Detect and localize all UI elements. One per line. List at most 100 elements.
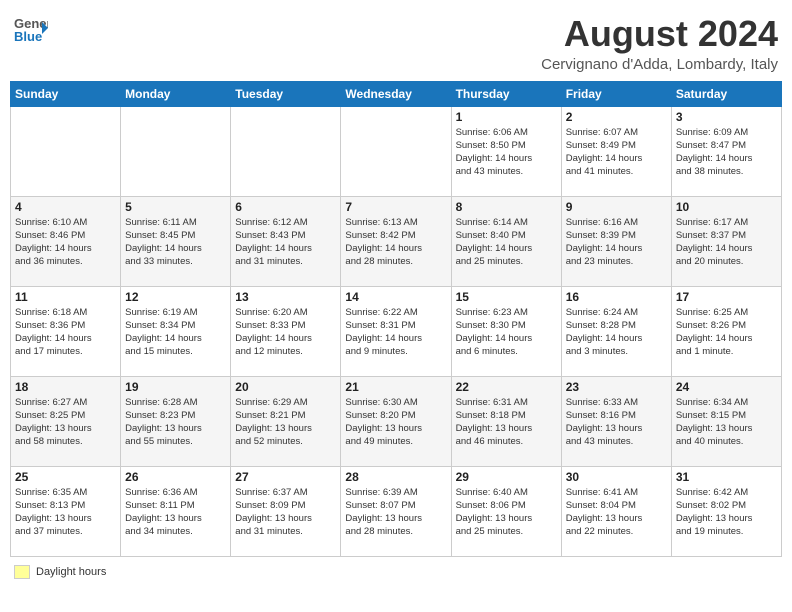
calendar-cell: 6Sunrise: 6:12 AM Sunset: 8:43 PM Daylig… — [231, 196, 341, 286]
calendar-cell: 21 Sunrise: 6:30 AM Sunset: 8:20 PM Dayli… — [341, 376, 451, 466]
calendar-header-sunday: Sunday — [11, 81, 121, 106]
calendar-cell: 8 Sunrise: 6:14 AM Sunset: 8:40 PM Daylig… — [451, 196, 561, 286]
day-number: 5 — [125, 200, 226, 214]
day-number: 17 — [676, 290, 777, 304]
day-info: Sunrise: 6:29 AM Sunset: 8:21 PM Dayligh… — [235, 396, 336, 449]
day-info: Sunrise: 6:10 AM Sunset: 8:46 PM Dayligh… — [15, 216, 116, 269]
day-info: Sunrise: 6:14 AM Sunset: 8:40 PM Dayligh… — [456, 216, 557, 269]
day-number: 23 — [566, 380, 667, 394]
day-info: Sunrise: 6:40 AM Sunset: 8:06 PM Dayligh… — [456, 486, 557, 539]
day-info: Sunrise: 6:18 AM Sunset: 8:36 PM Dayligh… — [15, 306, 116, 359]
page-header: General Blue August 2024 Cervignano d'Ad… — [10, 10, 782, 73]
calendar-cell: 15 Sunrise: 6:23 AM Sunset: 8:30 PM Dayli… — [451, 286, 561, 376]
calendar-header-wednesday: Wednesday — [341, 81, 451, 106]
day-info: Sunrise: 6:13 AM Sunset: 8:42 PM Dayligh… — [345, 216, 446, 269]
day-number: 12 — [125, 290, 226, 304]
calendar-cell: 11Sunrise: 6:18 AM Sunset: 8:36 PM Dayli… — [11, 286, 121, 376]
day-number: 31 — [676, 470, 777, 484]
day-info: Sunrise: 6:34 AM Sunset: 8:15 PM Dayligh… — [676, 396, 777, 449]
day-number: 29 — [456, 470, 557, 484]
day-number: 28 — [345, 470, 446, 484]
day-info: Sunrise: 6:17 AM Sunset: 8:37 PM Dayligh… — [676, 216, 777, 269]
day-info: Sunrise: 6:30 AM Sunset: 8:20 PM Dayligh… — [345, 396, 446, 449]
day-number: 30 — [566, 470, 667, 484]
calendar-cell: 28Sunrise: 6:39 AM Sunset: 8:07 PM Dayli… — [341, 466, 451, 556]
calendar-cell: 2 Sunrise: 6:07 AM Sunset: 8:49 PM Daylig… — [561, 106, 671, 196]
calendar-cell: 14 Sunrise: 6:22 AM Sunset: 8:31 PM Dayli… — [341, 286, 451, 376]
calendar-cell: 20 Sunrise: 6:29 AM Sunset: 8:21 PM Dayli… — [231, 376, 341, 466]
day-info: Sunrise: 6:41 AM Sunset: 8:04 PM Dayligh… — [566, 486, 667, 539]
day-info: Sunrise: 6:22 AM Sunset: 8:31 PM Dayligh… — [345, 306, 446, 359]
day-number: 27 — [235, 470, 336, 484]
day-number: 19 — [125, 380, 226, 394]
day-number: 8 — [456, 200, 557, 214]
calendar-cell: 26 Sunrise: 6:36 AM Sunset: 8:11 PM Dayli… — [121, 466, 231, 556]
calendar-cell: 4 Sunrise: 6:10 AM Sunset: 8:46 PM Daylig… — [11, 196, 121, 286]
day-info: Sunrise: 6:36 AM Sunset: 8:11 PM Dayligh… — [125, 486, 226, 539]
day-info: Sunrise: 6:07 AM Sunset: 8:49 PM Dayligh… — [566, 126, 667, 179]
day-number: 1 — [456, 110, 557, 124]
day-info: Sunrise: 6:27 AM Sunset: 8:25 PM Dayligh… — [15, 396, 116, 449]
day-number: 15 — [456, 290, 557, 304]
day-number: 13 — [235, 290, 336, 304]
calendar-cell: 1 Sunrise: 6:06 AM Sunset: 8:50 PM Daylig… — [451, 106, 561, 196]
legend-daylight-box — [14, 565, 30, 579]
calendar-cell: 30 Sunrise: 6:41 AM Sunset: 8:04 PM Dayli… — [561, 466, 671, 556]
day-number: 26 — [125, 470, 226, 484]
day-info: Sunrise: 6:11 AM Sunset: 8:45 PM Dayligh… — [125, 216, 226, 269]
day-info: Sunrise: 6:06 AM Sunset: 8:50 PM Dayligh… — [456, 126, 557, 179]
day-info: Sunrise: 6:19 AM Sunset: 8:34 PM Dayligh… — [125, 306, 226, 359]
location-title: Cervignano d'Adda, Lombardy, Italy — [541, 56, 778, 73]
day-info: Sunrise: 6:33 AM Sunset: 8:16 PM Dayligh… — [566, 396, 667, 449]
day-info: Sunrise: 6:24 AM Sunset: 8:28 PM Dayligh… — [566, 306, 667, 359]
calendar-cell: 10 Sunrise: 6:17 AM Sunset: 8:37 PM Dayli… — [671, 196, 781, 286]
calendar-cell: 13 Sunrise: 6:20 AM Sunset: 8:33 PM Dayli… — [231, 286, 341, 376]
calendar-header-thursday: Thursday — [451, 81, 561, 106]
day-number: 21 — [345, 380, 446, 394]
day-number: 16 — [566, 290, 667, 304]
calendar-cell: 9 Sunrise: 6:16 AM Sunset: 8:39 PM Daylig… — [561, 196, 671, 286]
day-number: 25 — [15, 470, 116, 484]
title-block: August 2024 Cervignano d'Adda, Lombardy,… — [541, 14, 778, 73]
day-number: 20 — [235, 380, 336, 394]
day-info: Sunrise: 6:42 AM Sunset: 8:02 PM Dayligh… — [676, 486, 777, 539]
day-number: 10 — [676, 200, 777, 214]
calendar-cell: 12 Sunrise: 6:19 AM Sunset: 8:34 PM Dayli… — [121, 286, 231, 376]
day-number: 4 — [15, 200, 116, 214]
calendar-cell: 29 Sunrise: 6:40 AM Sunset: 8:06 PM Dayli… — [451, 466, 561, 556]
calendar-cell: 17 Sunrise: 6:25 AM Sunset: 8:26 PM Dayli… — [671, 286, 781, 376]
calendar-cell: 27 Sunrise: 6:37 AM Sunset: 8:09 PM Dayli… — [231, 466, 341, 556]
day-info: Sunrise: 6:25 AM Sunset: 8:26 PM Dayligh… — [676, 306, 777, 359]
logo-icon: General Blue — [14, 14, 48, 44]
day-info: Sunrise: 6:37 AM Sunset: 8:09 PM Dayligh… — [235, 486, 336, 539]
day-info: Sunrise: 6:35 AM Sunset: 8:13 PM Dayligh… — [15, 486, 116, 539]
calendar-cell: 23 Sunrise: 6:33 AM Sunset: 8:16 PM Dayli… — [561, 376, 671, 466]
calendar-cell: 3Sunrise: 6:09 AM Sunset: 8:47 PM Daylig… — [671, 106, 781, 196]
day-number: 9 — [566, 200, 667, 214]
calendar-table: SundayMondayTuesdayWednesdayThursdayFrid… — [10, 81, 782, 557]
calendar-cell: 18 Sunrise: 6:27 AM Sunset: 8:25 PM Dayli… — [11, 376, 121, 466]
day-info: Sunrise: 6:20 AM Sunset: 8:33 PM Dayligh… — [235, 306, 336, 359]
calendar-cell — [341, 106, 451, 196]
day-info: Sunrise: 6:31 AM Sunset: 8:18 PM Dayligh… — [456, 396, 557, 449]
calendar-header-tuesday: Tuesday — [231, 81, 341, 106]
calendar-cell: 7Sunrise: 6:13 AM Sunset: 8:42 PM Daylig… — [341, 196, 451, 286]
day-info: Sunrise: 6:23 AM Sunset: 8:30 PM Dayligh… — [456, 306, 557, 359]
calendar-cell: 25 Sunrise: 6:35 AM Sunset: 8:13 PM Dayli… — [11, 466, 121, 556]
calendar-header-friday: Friday — [561, 81, 671, 106]
legend-daylight-label: Daylight hours — [36, 566, 106, 578]
day-number: 14 — [345, 290, 446, 304]
calendar-cell — [121, 106, 231, 196]
day-number: 2 — [566, 110, 667, 124]
day-info: Sunrise: 6:16 AM Sunset: 8:39 PM Dayligh… — [566, 216, 667, 269]
day-number: 18 — [15, 380, 116, 394]
calendar-cell: 16 Sunrise: 6:24 AM Sunset: 8:28 PM Dayli… — [561, 286, 671, 376]
calendar-cell — [11, 106, 121, 196]
month-title: August 2024 — [541, 14, 778, 54]
day-number: 22 — [456, 380, 557, 394]
day-number: 24 — [676, 380, 777, 394]
svg-text:Blue: Blue — [14, 29, 42, 44]
day-info: Sunrise: 6:09 AM Sunset: 8:47 PM Dayligh… — [676, 126, 777, 179]
calendar-header-monday: Monday — [121, 81, 231, 106]
calendar-cell: 5 Sunrise: 6:11 AM Sunset: 8:45 PM Daylig… — [121, 196, 231, 286]
